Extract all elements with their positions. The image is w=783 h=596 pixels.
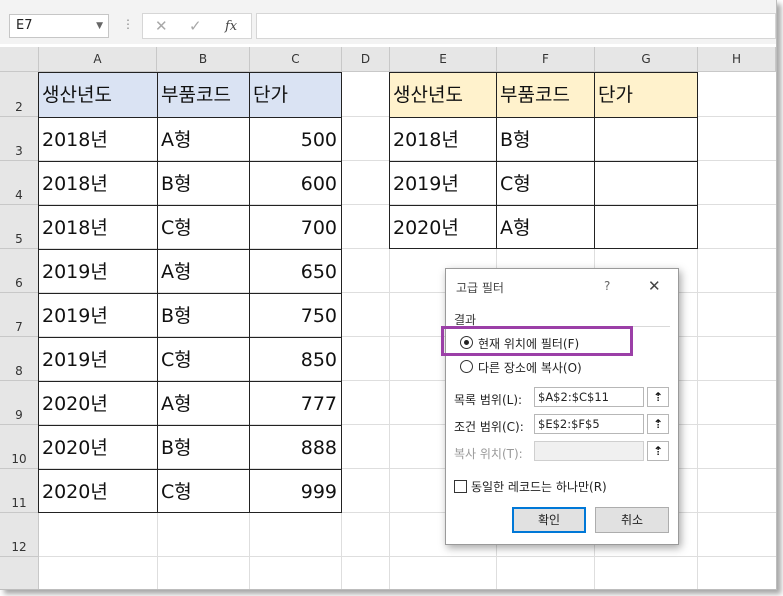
cancel-button[interactable]: 취소 [595,507,669,533]
cell-c5[interactable]: 700 [250,206,342,250]
cell-f5[interactable]: A형 [497,206,595,249]
row-header-12[interactable]: 12 [0,513,39,557]
cell-g4[interactable] [595,162,698,206]
name-box[interactable]: E7 ▼ [9,14,109,38]
cell-e3[interactable]: 2018년 [390,118,497,162]
help-icon[interactable]: ? [604,279,610,293]
row-header-6[interactable]: 6 [0,249,39,293]
unique-records-label[interactable]: 동일한 레코드는 하나만(R) [471,478,607,495]
cell-e5[interactable]: 2020년 [390,206,497,249]
cell-a7[interactable]: 2019년 [39,294,158,338]
column-header-g[interactable]: G [595,47,698,72]
cell-b10[interactable]: B형 [158,426,250,470]
criteria-range-input[interactable]: $E$2:$F$5 [534,414,644,434]
row-header-10[interactable]: 10 [0,425,39,469]
column-header-a[interactable]: A [39,47,157,72]
unique-records-checkbox[interactable] [454,480,467,493]
row-header-13[interactable] [0,557,39,589]
criteria-range-label: 조건 범위(C): [454,420,524,434]
column-header-c[interactable]: C [250,47,342,72]
cell-c10[interactable]: 888 [250,426,342,470]
cell-b11[interactable]: C형 [158,470,250,513]
cell-a4[interactable]: 2018년 [39,162,158,206]
formula-input[interactable] [256,13,776,39]
column-header-f[interactable]: F [497,47,595,72]
row-header-3[interactable]: 3 [0,117,39,161]
cell-a5[interactable]: 2018년 [39,206,158,250]
cell-a6[interactable]: 2019년 [39,250,158,294]
cell-c11[interactable]: 999 [250,470,342,513]
cell-b4[interactable]: B형 [158,162,250,206]
copy-to-label: 복사 위치(T): [454,447,523,461]
row-header-11[interactable]: 11 [0,469,39,513]
cell-b5[interactable]: C형 [158,206,250,250]
row-header-8[interactable]: 8 [0,337,39,381]
cell-b7[interactable]: B형 [158,294,250,338]
cell-c7[interactable]: 750 [250,294,342,338]
criteria-table: 생산년도 부품코드 단가 2018년 B형 2019년 C형 2020년 A형 [389,72,698,249]
cell-g2[interactable]: 단가 [595,73,698,118]
list-range-collapse-icon[interactable]: ⇡ [647,387,669,407]
row-header-4[interactable]: 4 [0,161,39,205]
list-table: 생산년도 부품코드 단가 2018년 A형 500 2018년 B형 600 2… [38,72,342,513]
row-header-9[interactable]: 9 [0,381,39,425]
enter-icon[interactable]: ✓ [189,17,202,35]
formula-buttons: ✕ ✓ fx [142,13,252,39]
highlight-box [441,326,633,356]
chevron-down-icon[interactable]: ▼ [96,15,103,37]
advanced-filter-dialog: 고급 필터 ? ✕ 결과 현재 위치에 필터(F) 다른 장소에 복사(O) 목… [445,268,679,545]
column-header-e[interactable]: E [390,47,497,72]
cell-f4[interactable]: C형 [497,162,595,206]
cell-a2[interactable]: 생산년도 [39,73,158,118]
cell-f3[interactable]: B형 [497,118,595,162]
row-header-2[interactable]: 2 [0,72,39,117]
cell-a10[interactable]: 2020년 [39,426,158,470]
list-range-input[interactable]: $A$2:$C$11 [534,387,644,407]
criteria-range-collapse-icon[interactable]: ⇡ [647,414,669,434]
cell-f2[interactable]: 부품코드 [497,73,595,118]
select-all-corner[interactable] [0,47,39,72]
cell-g3[interactable] [595,118,698,162]
cell-c3[interactable]: 500 [250,118,342,162]
cell-a9[interactable]: 2020년 [39,382,158,426]
cell-b6[interactable]: A형 [158,250,250,294]
copy-to-collapse-icon[interactable]: ⇡ [647,441,669,461]
list-range-label: 목록 범위(L): [454,393,523,407]
copy-to-input[interactable] [534,441,644,461]
cell-b8[interactable]: C형 [158,338,250,382]
cell-b3[interactable]: A형 [158,118,250,162]
ok-button[interactable]: 확인 [512,507,586,533]
cell-g5[interactable] [595,206,698,249]
close-icon[interactable]: ✕ [648,277,661,295]
cell-e4[interactable]: 2019년 [390,162,497,206]
insert-function-icon[interactable]: fx [225,19,237,34]
cell-b9[interactable]: A형 [158,382,250,426]
cell-c2[interactable]: 단가 [250,73,342,118]
cancel-icon[interactable]: ✕ [155,17,168,35]
column-header-d[interactable]: D [342,47,390,72]
cell-a11[interactable]: 2020년 [39,470,158,513]
cell-c6[interactable]: 650 [250,250,342,294]
row-header-7[interactable]: 7 [0,293,39,337]
excel-window: E7 ▼ ⋮ ✕ ✓ fx A B C D E F G H 2 3 4 5 6 … [0,0,777,590]
copy-to-location-radio[interactable] [460,360,473,373]
column-header-b[interactable]: B [157,47,250,72]
cell-e2[interactable]: 생산년도 [390,73,497,118]
row-header-5[interactable]: 5 [0,205,39,249]
cell-c8[interactable]: 850 [250,338,342,382]
cell-c9[interactable]: 777 [250,382,342,426]
cell-b2[interactable]: 부품코드 [158,73,250,118]
cell-c4[interactable]: 600 [250,162,342,206]
formula-bar: E7 ▼ ⋮ ✕ ✓ fx [0,0,776,44]
cell-a3[interactable]: 2018년 [39,118,158,162]
cell-a8[interactable]: 2019년 [39,338,158,382]
drag-handle-icon[interactable]: ⋮ [122,17,134,31]
name-box-value: E7 [16,18,33,33]
copy-to-location-label[interactable]: 다른 장소에 복사(O) [478,359,582,376]
dialog-title: 고급 필터 [456,281,504,295]
column-header-h[interactable]: H [698,47,776,72]
